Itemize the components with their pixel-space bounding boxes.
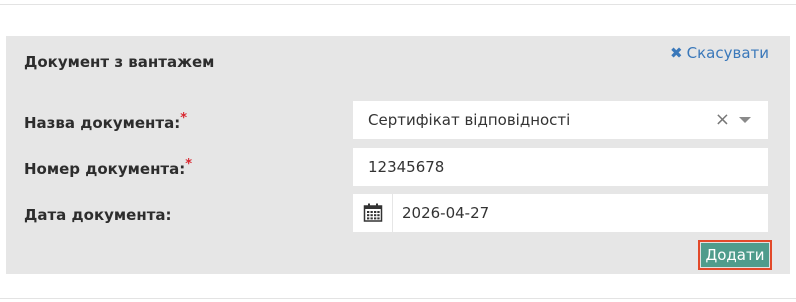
doc-date-value: 2026-04-27 <box>402 204 490 222</box>
add-button-label: Додати <box>700 242 770 268</box>
doc-name-select[interactable]: Сертифікат відповідності × <box>353 101 768 139</box>
doc-name-label-text: Назва документа: <box>24 114 181 132</box>
doc-date-label-text: Дата документа: <box>24 206 172 224</box>
cancel-link[interactable]: ✖ Скасувати <box>670 44 769 62</box>
bottom-divider <box>0 298 796 299</box>
chevron-down-icon[interactable] <box>739 117 751 123</box>
clear-icon[interactable]: × <box>715 110 730 130</box>
doc-name-value: Сертифікат відповідності <box>368 111 571 129</box>
required-mark: * <box>180 111 188 126</box>
top-divider <box>0 0 796 5</box>
cargo-document-panel: Документ з вантажем ✖ Скасувати Назва до… <box>6 36 790 274</box>
panel-title: Документ з вантажем <box>24 53 215 71</box>
doc-date-label: Дата документа: <box>24 206 172 224</box>
doc-number-label: Номер документа:* <box>24 157 193 178</box>
doc-name-label: Назва документа:* <box>24 111 188 132</box>
close-icon: ✖ <box>670 43 683 62</box>
add-button[interactable]: Додати <box>698 240 772 270</box>
cancel-label: Скасувати <box>686 44 769 62</box>
calendar-icon[interactable] <box>353 194 393 232</box>
doc-date-input[interactable]: 2026-04-27 <box>353 194 768 232</box>
required-mark: * <box>185 157 193 172</box>
doc-number-value: 12345678 <box>368 158 445 176</box>
doc-number-label-text: Номер документа: <box>24 160 186 178</box>
doc-number-input[interactable]: 12345678 <box>353 148 768 186</box>
